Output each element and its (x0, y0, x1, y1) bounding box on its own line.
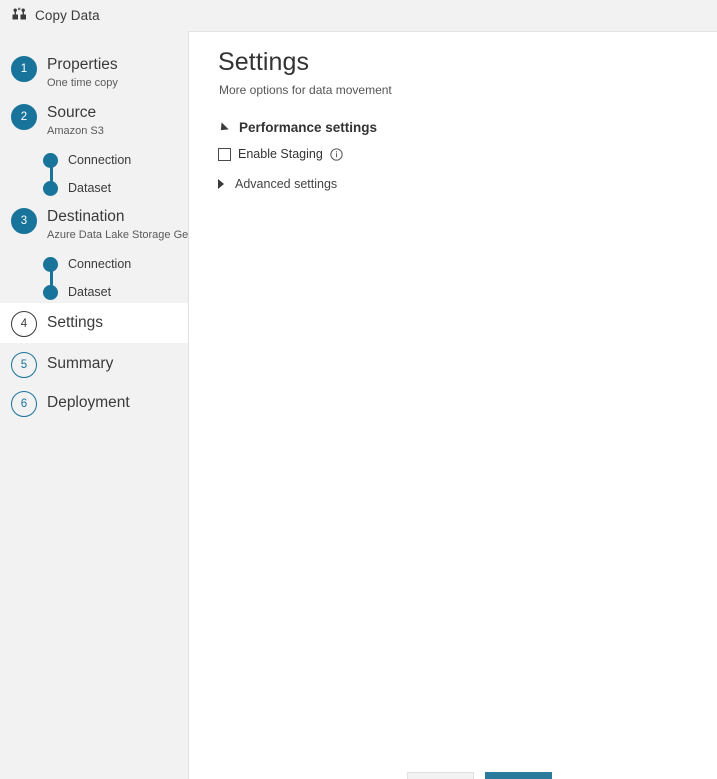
step-sublabel: One time copy (47, 77, 118, 89)
enable-staging-label: Enable Staging (238, 147, 323, 161)
step-number-badge: 3 (11, 208, 37, 234)
triangle-right-icon (218, 179, 224, 189)
step-number-badge: 6 (11, 390, 37, 417)
triangle-down-icon (217, 121, 229, 134)
sidebar-step-settings[interactable]: 4 Settings (0, 303, 188, 343)
step-number-badge: 2 (11, 104, 37, 130)
copy-data-icon (12, 7, 26, 20)
step-label: Source (47, 104, 97, 121)
step-sublabel: Azure Data Lake Storage Gen1 (47, 229, 188, 241)
enable-staging-row[interactable]: Enable Staging (218, 147, 343, 161)
sidebar-substep-destination-dataset[interactable]: Dataset (43, 278, 188, 306)
window-title: Copy Data (35, 8, 100, 23)
substep-dot-icon (43, 256, 58, 272)
step-label: Settings (47, 314, 104, 331)
enable-staging-checkbox[interactable] (218, 147, 231, 161)
sidebar-step-summary[interactable]: 5 Summary (0, 348, 188, 380)
section-header-advanced-settings[interactable]: Advanced settings (218, 177, 337, 191)
step-number-badge: 1 (11, 56, 37, 82)
info-icon[interactable] (330, 147, 343, 161)
page-subtitle: More options for data movement (219, 83, 392, 97)
section-title: Performance settings (239, 120, 378, 135)
section-header-performance-settings[interactable]: Performance settings (217, 120, 378, 135)
step-number-badge: 5 (11, 351, 37, 378)
substep-dot-icon (43, 152, 58, 168)
step-label: Deployment (47, 394, 130, 411)
step-sublabel: Amazon S3 (47, 125, 104, 137)
window-titlebar: Copy Data (0, 0, 717, 31)
sidebar-substep-source-dataset[interactable]: Dataset (43, 174, 188, 202)
step-label: Properties (47, 56, 118, 73)
step-label: Summary (47, 355, 114, 372)
sidebar-step-destination[interactable]: 3 Destination Azure Data Lake Storage Ge… (0, 207, 188, 249)
previous-button[interactable]: Previous (407, 772, 474, 779)
substep-label: Connection (68, 257, 132, 271)
step-label: Destination (47, 208, 125, 225)
sidebar-step-deployment[interactable]: 6 Deployment (0, 387, 188, 419)
section-title: Advanced settings (235, 177, 338, 191)
sidebar-step-source[interactable]: 2 Source Amazon S3 (0, 103, 188, 145)
substep-label: Dataset (68, 181, 112, 195)
sidebar-substeps-destination: Connection Dataset (0, 250, 188, 306)
page-title: Settings (218, 48, 310, 76)
substep-dot-icon (43, 180, 58, 196)
next-button[interactable]: Next (485, 772, 552, 779)
wizard-steps-sidebar: 1 Properties One time copy 2 Source Amaz… (0, 31, 188, 779)
substep-dot-icon (43, 284, 58, 300)
settings-panel: Settings More options for data movement … (188, 31, 717, 779)
step-number-badge: 4 (11, 310, 37, 337)
sidebar-substep-destination-connection[interactable]: Connection (43, 250, 188, 278)
sidebar-step-properties[interactable]: 1 Properties One time copy (0, 55, 188, 97)
substep-label: Connection (68, 153, 132, 167)
substep-label: Dataset (68, 285, 112, 299)
sidebar-substep-source-connection[interactable]: Connection (43, 146, 188, 174)
sidebar-substeps-source: Connection Dataset (0, 146, 188, 202)
